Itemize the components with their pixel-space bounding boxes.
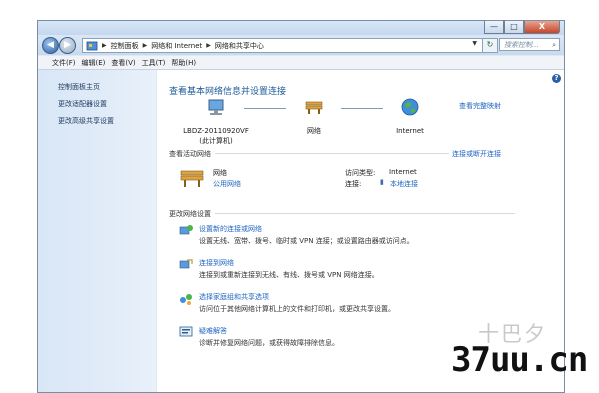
breadcrumb-sep-icon: ▶ (206, 42, 211, 49)
connect-network-icon (179, 259, 193, 269)
menu-view[interactable]: 查看(V) (111, 58, 135, 68)
computer-icon (208, 99, 224, 115)
computer-name: LBDZ-20110920VF (183, 127, 249, 135)
map-connector (244, 108, 286, 109)
back-arrow-icon: ◀ (47, 40, 54, 50)
chevron-down-icon[interactable]: ▼ (472, 40, 477, 47)
network-type-link[interactable]: 公用网络 (213, 179, 241, 189)
node-network: 网络 (307, 127, 321, 135)
page-title: 查看基本网络信息并设置连接 (169, 87, 287, 97)
node-internet: Internet (396, 127, 424, 135)
breadcrumb-sep-icon: ▶ (142, 42, 148, 49)
internet-globe-icon (401, 98, 419, 116)
access-type-value: Internet (389, 168, 417, 176)
close-button[interactable]: X (524, 21, 560, 34)
task-new-connection[interactable]: 设置新的连接或网络 (199, 224, 262, 234)
watermark-bottom: 37uu.cn (451, 340, 588, 380)
connection-label: 连接: (345, 180, 362, 188)
lan-connection-icon: ▮ (380, 178, 384, 186)
address-bar[interactable]: ▶ 控制面板 ▶ 网络和 Internet ▶ 网络和共享中心 ▼ (82, 38, 494, 53)
back-button[interactable]: ◀ (42, 37, 59, 54)
menu-file[interactable]: 文件(F) (52, 58, 76, 68)
task-troubleshoot[interactable]: 疑难解答 (199, 326, 227, 336)
active-network-name: 网络 (213, 169, 227, 177)
sidebar: 控制面板主页 更改适配器设置 更改高级共享设置 (38, 70, 156, 392)
menu-help[interactable]: 帮助(H) (171, 58, 196, 68)
forward-button[interactable]: ▶ (59, 37, 76, 54)
menu-bar: 文件(F) 编辑(E) 查看(V) 工具(T) 帮助(H) (38, 56, 564, 70)
search-input[interactable]: 搜索控制... ⌕ (499, 38, 560, 51)
new-connection-icon (179, 225, 193, 235)
map-connector (341, 108, 383, 109)
window-controls: — □ X (484, 21, 560, 34)
task-homegroup-sharing[interactable]: 选择家庭组和共享选项 (199, 292, 269, 302)
task-connect-network-desc: 连接到或重新连接到无线、有线、拨号或 VPN 网络连接。 (199, 271, 379, 279)
homegroup-sharing-icon (180, 294, 192, 305)
section-divider (215, 153, 449, 154)
breadcrumb-sharing-center[interactable]: 网络和共享中心 (215, 41, 264, 51)
troubleshoot-icon (179, 326, 193, 337)
forward-arrow-icon: ▶ (64, 40, 71, 50)
sidebar-item-home[interactable]: 控制面板主页 (58, 82, 156, 92)
access-type-label: 访问类型: (345, 169, 376, 177)
connect-disconnect-link[interactable]: 连接或断开连接 (452, 149, 501, 159)
network-bench-icon (305, 101, 323, 114)
breadcrumb-sep-icon: ▶ (102, 42, 107, 49)
section-divider (215, 213, 515, 214)
help-icon[interactable]: ? (552, 74, 561, 83)
task-new-connection-desc: 设置无线、宽带、拨号、临时或 VPN 连接；或设置路由器或访问点。 (199, 237, 414, 245)
active-network-bench-icon (180, 170, 204, 187)
menu-edit[interactable]: 编辑(E) (82, 58, 106, 68)
active-networks-label: 查看活动网络 (169, 150, 211, 158)
search-icon[interactable]: ⌕ (552, 39, 556, 52)
sidebar-item-advanced-sharing[interactable]: 更改高级共享设置 (58, 116, 156, 126)
address-toolbar: ◀ ▶ ▶ 控制面板 ▶ 网络和 Internet ▶ 网络和共享中心 ▼ ↻ … (38, 35, 564, 55)
node-computer: LBDZ-20110920VF (此计算机) (181, 126, 251, 146)
breadcrumb-network-internet[interactable]: 网络和 Internet (151, 41, 202, 51)
task-connect-network[interactable]: 连接到网络 (199, 258, 234, 268)
computer-sub: (此计算机) (199, 137, 233, 145)
title-bar: — □ X (38, 21, 564, 35)
local-connection-link[interactable]: 本地连接 (390, 179, 418, 189)
sidebar-item-adapter-settings[interactable]: 更改适配器设置 (58, 99, 156, 109)
refresh-icon: ↻ (486, 40, 494, 49)
breadcrumb-control-panel[interactable]: 控制面板 (111, 41, 139, 51)
full-map-link[interactable]: 查看完整映射 (459, 101, 501, 111)
task-troubleshoot-desc: 诊断并修复网络问题，或获得故障排除信息。 (199, 339, 339, 347)
search-placeholder: 搜索控制... (504, 41, 539, 49)
change-settings-label: 更改网络设置 (169, 210, 211, 218)
refresh-button[interactable]: ↻ (482, 38, 498, 53)
menu-tools[interactable]: 工具(T) (142, 58, 166, 68)
minimize-button[interactable]: — (484, 21, 504, 34)
maximize-button[interactable]: □ (504, 21, 524, 34)
control-panel-icon (86, 41, 98, 50)
task-homegroup-sharing-desc: 访问位于其他网络计算机上的文件和打印机，或更改共享设置。 (199, 305, 395, 313)
